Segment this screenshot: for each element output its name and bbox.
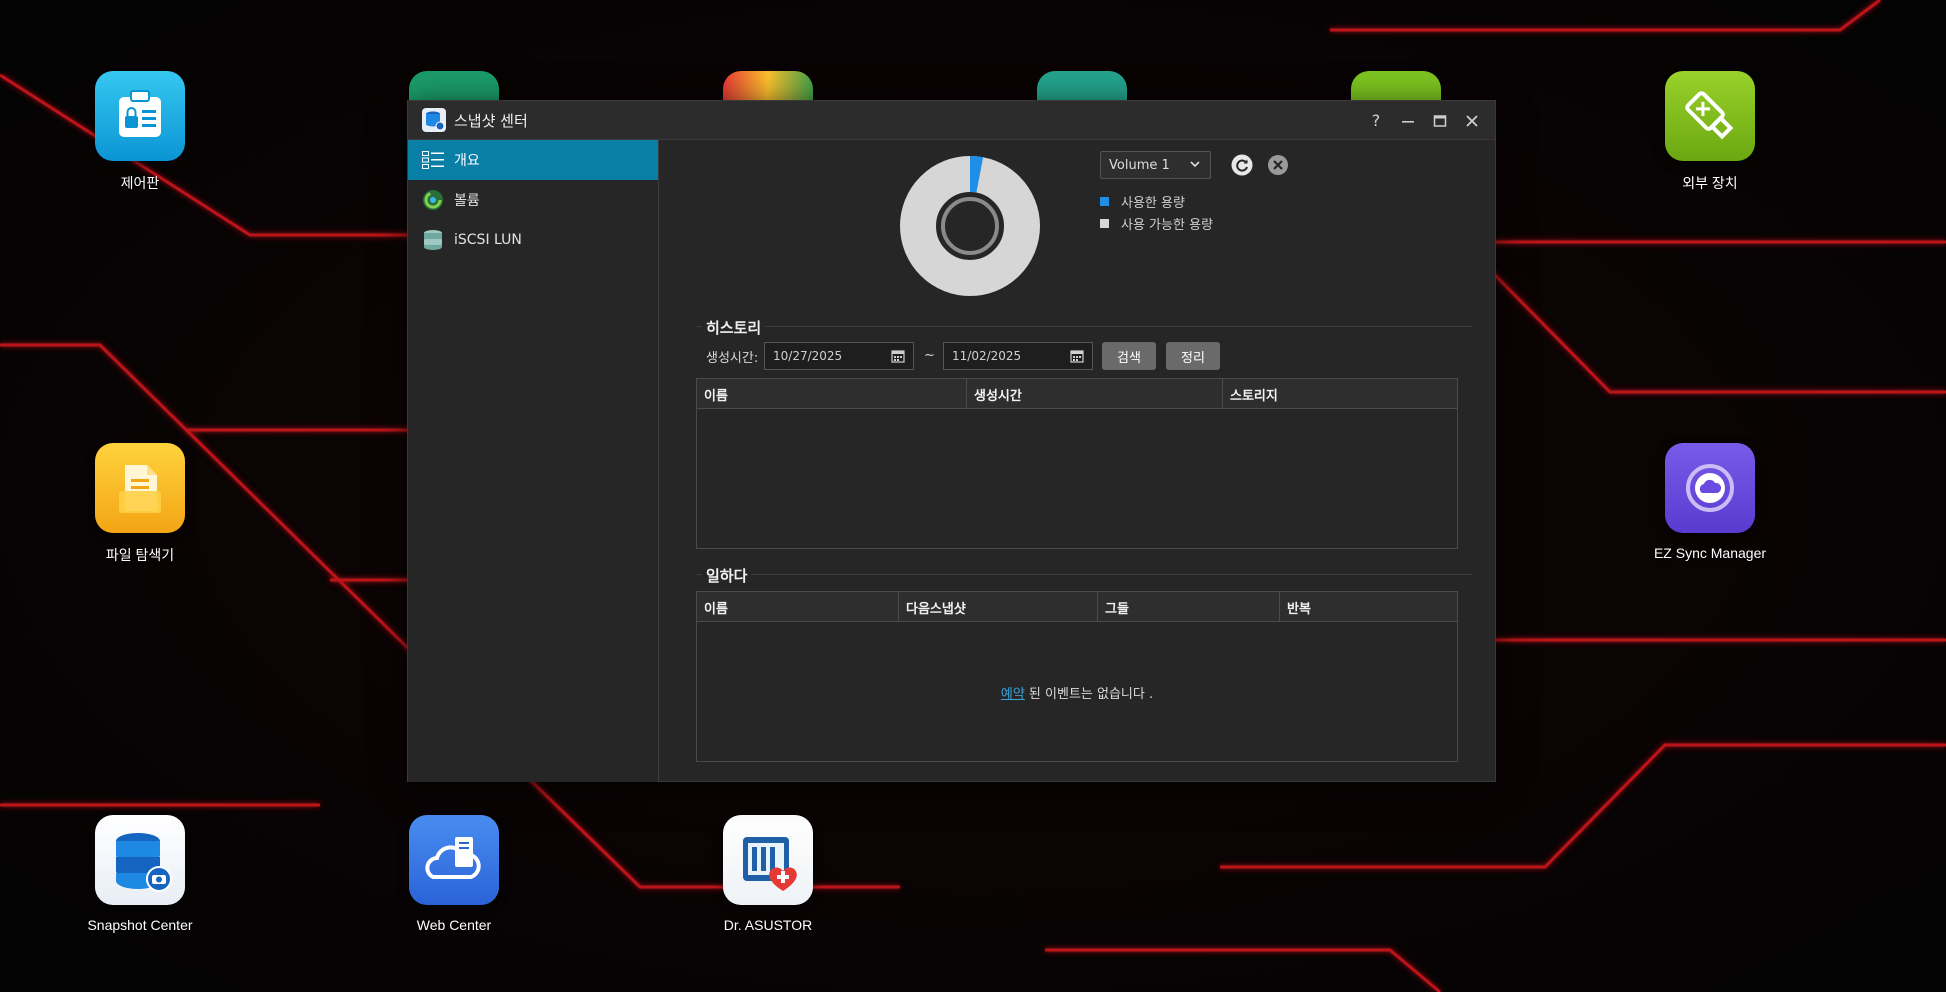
created-time-label: 생성시간: [706,351,759,366]
volume-select-value: Volume 1 [1109,157,1170,173]
legend-free-label: 사용 가능한 용량 [1121,218,1213,233]
desktop-icon-control-panel[interactable]: 제어판 [70,71,210,193]
desktop-icon-external-device[interactable]: 외부 장치 [1640,71,1780,193]
history-col-name[interactable]: 이름 [697,379,967,409]
window-controls: ? [1363,101,1485,140]
date-from-input[interactable]: 10/27/2025 [764,342,914,370]
sidebar-item-label: iSCSI LUN [454,232,522,248]
date-separator: ~ [924,348,935,363]
legend-used-label: 사용한 용량 [1121,196,1185,211]
sidebar-item-overview[interactable]: 개요 [408,140,658,180]
desktop-icon-label: Dr. ASUSTOR [723,917,813,933]
hidden-desktop-icon [409,71,499,101]
history-title: 히스토리 [702,317,766,338]
list-icon [422,149,444,171]
close-button[interactable] [1459,108,1485,134]
ez-sync-icon [1665,443,1755,533]
sidebar: 개요 볼륨 iSCSI LUN [408,140,659,782]
hidden-desktop-icon [1351,71,1441,101]
schedule-table: 이름 다음스냅샷 그들 반복 예약 된 이벤트는 없습니다 . [696,591,1458,762]
schedule-table-header: 이름 다음스냅샷 그들 반복 [697,592,1457,622]
calendar-icon [891,350,905,363]
used-space-arc [969,156,984,193]
maximize-button[interactable] [1427,108,1453,134]
database-icon [422,229,444,251]
maximize-icon [1433,114,1447,127]
web-center-icon [409,815,499,905]
legend-used-swatch [1100,197,1109,206]
schedule-empty-text: 된 이벤트는 없습니다 . [1024,687,1154,702]
hidden-desktop-icon [723,71,813,101]
usage-donut-chart [900,156,1040,296]
date-to-value: 11/02/2025 [952,349,1022,363]
schedule-col-repeat[interactable]: 반복 [1280,592,1457,622]
history-col-created[interactable]: 생성시간 [967,379,1223,409]
help-button[interactable]: ? [1363,108,1389,134]
schedule-col-next-snapshot[interactable]: 다음스냅샷 [899,592,1098,622]
snapshot-center-icon [95,815,185,905]
desktop-icon-label: Web Center [416,917,492,933]
history-table-header: 이름 생성시간 스토리지 [697,379,1457,409]
control-panel-icon [95,71,185,161]
hidden-desktop-icon [1037,71,1127,101]
legend-free: 사용 가능한 용량 [1100,214,1213,233]
schedule-title: 일하다 [702,565,752,586]
snapshot-center-window: 스냅샷 센터 ? 개요 볼륨 iSCSI LUN Volume 1 사용한 용량… [407,100,1496,782]
window-title: 스냅샷 센터 [454,111,528,130]
search-button[interactable]: 검색 [1102,342,1156,370]
schedule-empty-message: 예약 된 이벤트는 없습니다 . [697,683,1457,702]
desktop-icon-label: Snapshot Center [87,917,193,933]
sidebar-item-label: 볼륨 [454,193,480,209]
clear-button[interactable]: 정리 [1166,342,1220,370]
sidebar-item-iscsi-lun[interactable]: iSCSI LUN [408,220,658,260]
volume-select[interactable]: Volume 1 [1100,151,1211,179]
history-table: 이름 생성시간 스토리지 [696,378,1458,549]
dr-asustor-icon [723,815,813,905]
external-device-icon [1665,71,1755,161]
date-from-value: 10/27/2025 [773,349,843,363]
donut-hole [941,197,999,255]
window-titlebar[interactable]: 스냅샷 센터 ? [408,101,1495,140]
desktop-icon-snapshot-center[interactable]: Snapshot Center [70,815,210,933]
schedule-divider [696,574,1472,575]
help-icon: ? [1371,111,1381,130]
file-explorer-icon [95,443,185,533]
desktop-icon-label: 외부 장치 [1682,175,1738,191]
legend-free-swatch [1100,219,1109,228]
desktop-icon-web-center[interactable]: Web Center [384,815,524,933]
date-to-input[interactable]: 11/02/2025 [943,342,1093,370]
history-col-storage[interactable]: 스토리지 [1223,379,1457,409]
refresh-button[interactable] [1231,154,1253,176]
history-divider [696,326,1472,327]
desktop-icon-dr-asustor[interactable]: Dr. ASUSTOR [698,815,838,933]
sidebar-item-volume[interactable]: 볼륨 [408,180,658,220]
schedule-col-name[interactable]: 이름 [697,592,899,622]
sidebar-item-label: 개요 [454,153,480,169]
schedule-link[interactable]: 예약 [1001,687,1025,702]
desktop-icon-label: 제어판 [120,175,160,191]
minimize-icon [1402,120,1414,123]
schedule-col-them[interactable]: 그들 [1098,592,1280,622]
close-icon [1466,114,1478,127]
volume-icon [422,189,444,211]
desktop-icon-label: EZ Sync Manager [1653,545,1767,561]
chevron-down-icon [1190,161,1200,168]
calendar-icon [1070,350,1084,363]
desktop-icon-ez-sync[interactable]: EZ Sync Manager [1640,443,1780,561]
main-content: Volume 1 사용한 용량 사용 가능한 용량 히스토리 생성시간: 10/… [660,140,1496,782]
desktop-icon-label: 파일 탐색기 [105,547,175,563]
cancel-button[interactable] [1267,154,1289,176]
minimize-button[interactable] [1395,108,1421,134]
legend-used: 사용한 용량 [1100,192,1185,211]
desktop-icon-file-explorer[interactable]: 파일 탐색기 [70,443,210,565]
snapshot-center-icon [422,108,446,132]
